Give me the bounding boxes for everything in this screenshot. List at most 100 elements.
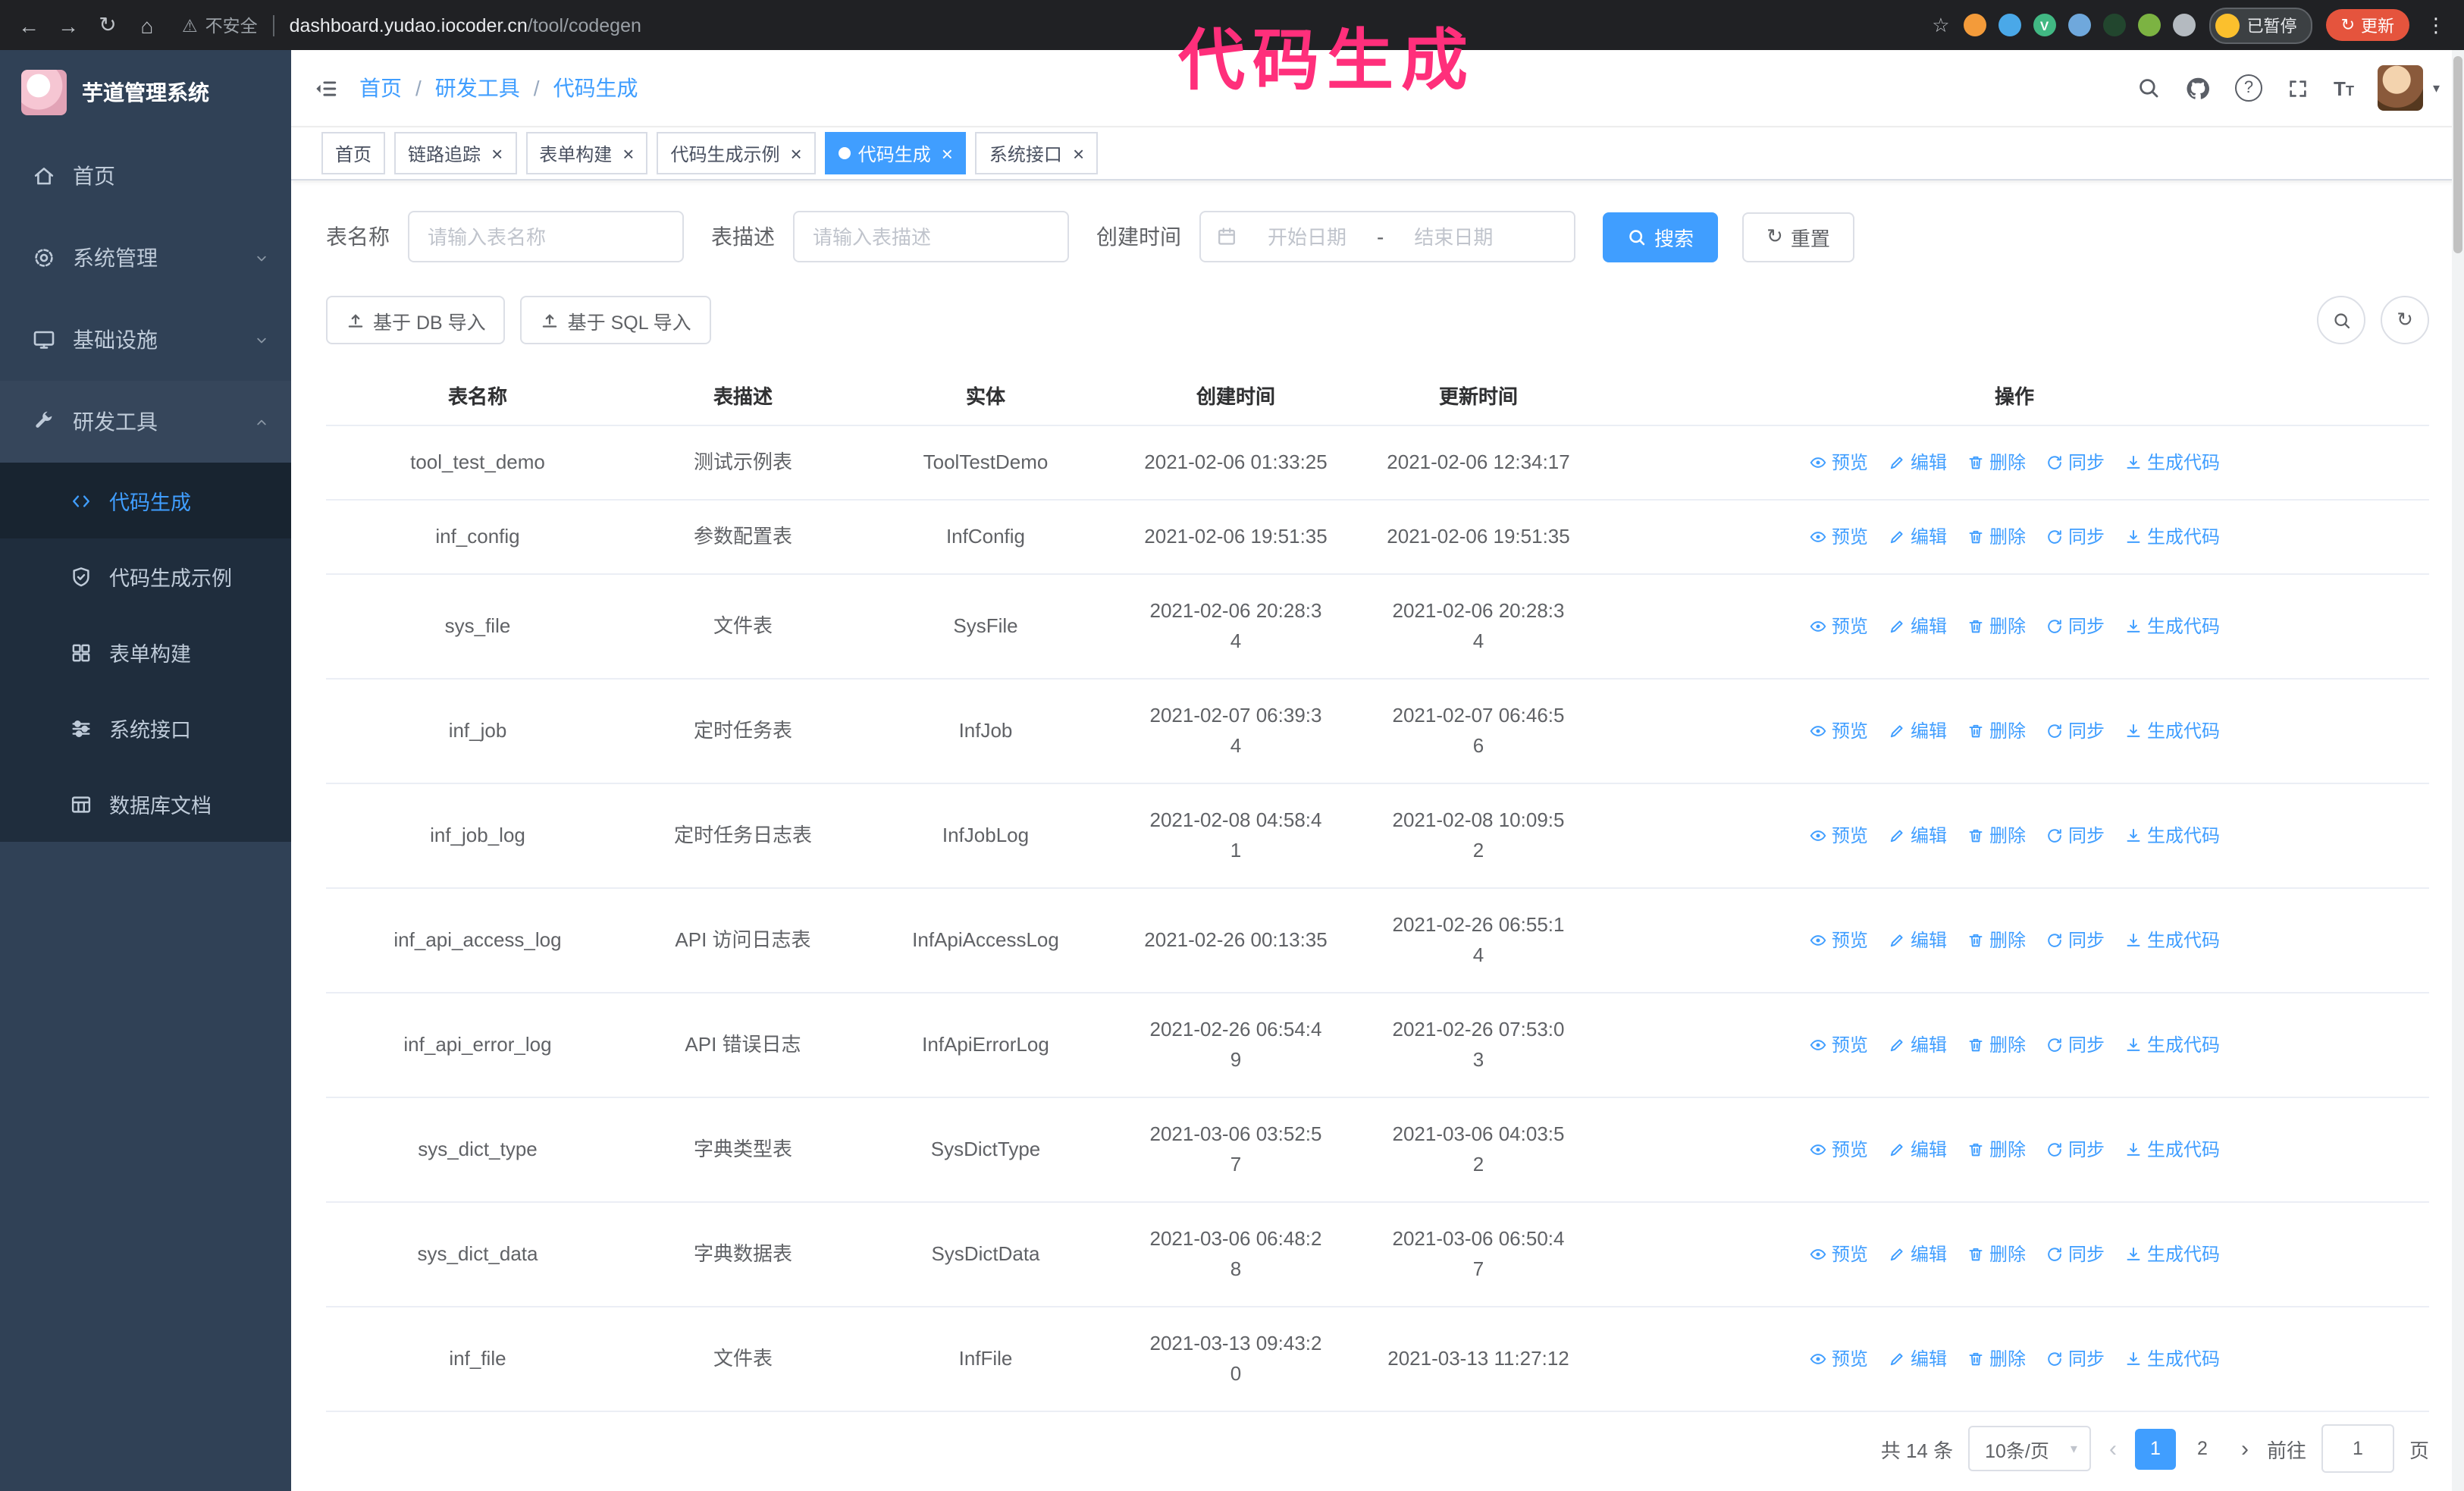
delete-link[interactable]: 删除 [1967, 925, 2026, 956]
help-icon[interactable]: ? [2235, 74, 2263, 102]
sync-link[interactable]: 同步 [2045, 821, 2105, 851]
edit-link[interactable]: 编辑 [1888, 522, 1947, 552]
sync-link[interactable]: 同步 [2045, 522, 2105, 552]
sidebar-subitem-codegen[interactable]: 代码生成 [0, 463, 291, 538]
preview-link[interactable]: 预览 [1809, 522, 1868, 552]
reset-button[interactable]: ↻ 重置 [1742, 212, 1854, 262]
page-size-select[interactable]: 10条/页 ▾ [1968, 1426, 2091, 1471]
security-indicator[interactable]: ⚠ 不安全 [182, 13, 258, 37]
edit-link[interactable]: 编辑 [1888, 716, 1947, 746]
breadcrumb-item[interactable]: 首页 [359, 73, 402, 103]
generate-code-link[interactable]: 生成代码 [2124, 925, 2220, 956]
tab-首页[interactable]: 首页 [321, 132, 386, 174]
goto-page-input[interactable] [2321, 1424, 2394, 1473]
address-bar[interactable]: dashboard.yudao.iocoder.cn/tool/codegen [290, 14, 641, 36]
preview-link[interactable]: 预览 [1809, 1344, 1868, 1374]
generate-code-link[interactable]: 生成代码 [2124, 1030, 2220, 1060]
table-desc-input[interactable] [793, 211, 1069, 262]
next-page-icon[interactable]: › [2238, 1436, 2252, 1461]
preview-link[interactable]: 预览 [1809, 821, 1868, 851]
breadcrumb-item[interactable]: 研发工具 [435, 73, 520, 103]
scrollbar-thumb[interactable] [2453, 56, 2462, 253]
edit-link[interactable]: 编辑 [1888, 611, 1947, 642]
generate-code-link[interactable]: 生成代码 [2124, 716, 2220, 746]
browser-home-icon[interactable]: ⌂ [127, 13, 167, 37]
sidebar-subitem-codegen-demo[interactable]: 代码生成示例 [0, 538, 291, 614]
refresh-icon[interactable]: ↻ [2381, 296, 2429, 344]
user-avatar[interactable] [2378, 65, 2424, 111]
generate-code-link[interactable]: 生成代码 [2124, 522, 2220, 552]
tab-代码生成示例[interactable]: 代码生成示例 × [657, 132, 816, 174]
sidebar-subitem-api[interactable]: 系统接口 [0, 690, 291, 766]
puzzle-extension-icon[interactable] [2172, 14, 2196, 36]
generate-code-link[interactable]: 生成代码 [2124, 1344, 2220, 1374]
sync-link[interactable]: 同步 [2045, 1030, 2105, 1060]
bookmark-star-icon[interactable]: ☆ [1932, 13, 1949, 37]
sidebar-item-system[interactable]: 系统管理 [0, 217, 291, 299]
table-name-input[interactable] [408, 211, 684, 262]
forward-icon[interactable]: → [49, 13, 88, 37]
edit-link[interactable]: 编辑 [1888, 447, 1947, 478]
tab-链路追踪[interactable]: 链路追踪 × [394, 132, 517, 174]
browser-update-button[interactable]: ↻ 更新 [2325, 9, 2409, 41]
generate-code-link[interactable]: 生成代码 [2124, 1239, 2220, 1270]
generate-code-link[interactable]: 生成代码 [2124, 611, 2220, 642]
edit-link[interactable]: 编辑 [1888, 1135, 1947, 1165]
generate-code-link[interactable]: 生成代码 [2124, 1135, 2220, 1165]
reload-icon[interactable]: ↻ [88, 12, 127, 38]
sidebar-item-infra[interactable]: 基础设施 [0, 299, 291, 381]
hamburger-icon[interactable] [312, 75, 338, 101]
preview-link[interactable]: 预览 [1809, 716, 1868, 746]
dark-extension-icon[interactable] [2102, 14, 2126, 36]
users-extension-icon[interactable] [2067, 14, 2091, 36]
sync-link[interactable]: 同步 [2045, 1239, 2105, 1270]
delete-link[interactable]: 删除 [1967, 1344, 2026, 1374]
generate-code-link[interactable]: 生成代码 [2124, 821, 2220, 851]
drop-extension-icon[interactable] [1998, 14, 2021, 36]
sidebar-subitem-db-doc[interactable]: 数据库文档 [0, 766, 291, 842]
sync-link[interactable]: 同步 [2045, 1135, 2105, 1165]
generate-code-link[interactable]: 生成代码 [2124, 447, 2220, 478]
tab-系统接口[interactable]: 系统接口 × [975, 132, 1099, 174]
vue-devtools-icon[interactable]: V [2033, 14, 2056, 36]
edit-link[interactable]: 编辑 [1888, 925, 1947, 956]
import-sql-button[interactable]: 基于 SQL 导入 [520, 296, 711, 344]
paused-profile-chip[interactable]: 已暂停 [2209, 7, 2312, 43]
preview-link[interactable]: 预览 [1809, 611, 1868, 642]
import-db-button[interactable]: 基于 DB 导入 [326, 296, 506, 344]
sync-link[interactable]: 同步 [2045, 1344, 2105, 1374]
sync-link[interactable]: 同步 [2045, 716, 2105, 746]
edit-link[interactable]: 编辑 [1888, 1030, 1947, 1060]
end-date-input[interactable] [1390, 224, 1518, 250]
tab-表单构建[interactable]: 表单构建 × [525, 132, 648, 174]
toggle-search-icon[interactable] [2317, 296, 2365, 344]
avatar-caret-icon[interactable]: ▾ [2433, 80, 2440, 96]
sidebar-item-dev-tools[interactable]: 研发工具 [0, 381, 291, 463]
sync-link[interactable]: 同步 [2045, 447, 2105, 478]
sync-link[interactable]: 同步 [2045, 611, 2105, 642]
back-icon[interactable]: ← [9, 13, 49, 37]
leaf-extension-icon[interactable] [2137, 14, 2161, 36]
edit-link[interactable]: 编辑 [1888, 1239, 1947, 1270]
breadcrumb-item[interactable]: 代码生成 [553, 73, 638, 103]
delete-link[interactable]: 删除 [1967, 821, 2026, 851]
tab-close-icon[interactable]: × [942, 143, 953, 163]
tab-close-icon[interactable]: × [622, 143, 634, 163]
app-logo[interactable]: 芋道管理系统 [0, 50, 291, 135]
preview-link[interactable]: 预览 [1809, 1030, 1868, 1060]
prev-page-icon[interactable]: ‹ [2106, 1436, 2120, 1461]
edit-link[interactable]: 编辑 [1888, 821, 1947, 851]
delete-link[interactable]: 删除 [1967, 1135, 2026, 1165]
sync-link[interactable]: 同步 [2045, 925, 2105, 956]
tab-close-icon[interactable]: × [491, 143, 503, 163]
search-icon[interactable] [2136, 76, 2161, 100]
preview-link[interactable]: 预览 [1809, 1239, 1868, 1270]
delete-link[interactable]: 删除 [1967, 1239, 2026, 1270]
delete-link[interactable]: 删除 [1967, 522, 2026, 552]
delete-link[interactable]: 删除 [1967, 1030, 2026, 1060]
page-number-1[interactable]: 1 [2134, 1428, 2176, 1469]
tab-代码生成[interactable]: 代码生成 × [824, 132, 967, 174]
browser-menu-icon[interactable]: ⋮ [2426, 13, 2446, 37]
delete-link[interactable]: 删除 [1967, 447, 2026, 478]
edit-link[interactable]: 编辑 [1888, 1344, 1947, 1374]
